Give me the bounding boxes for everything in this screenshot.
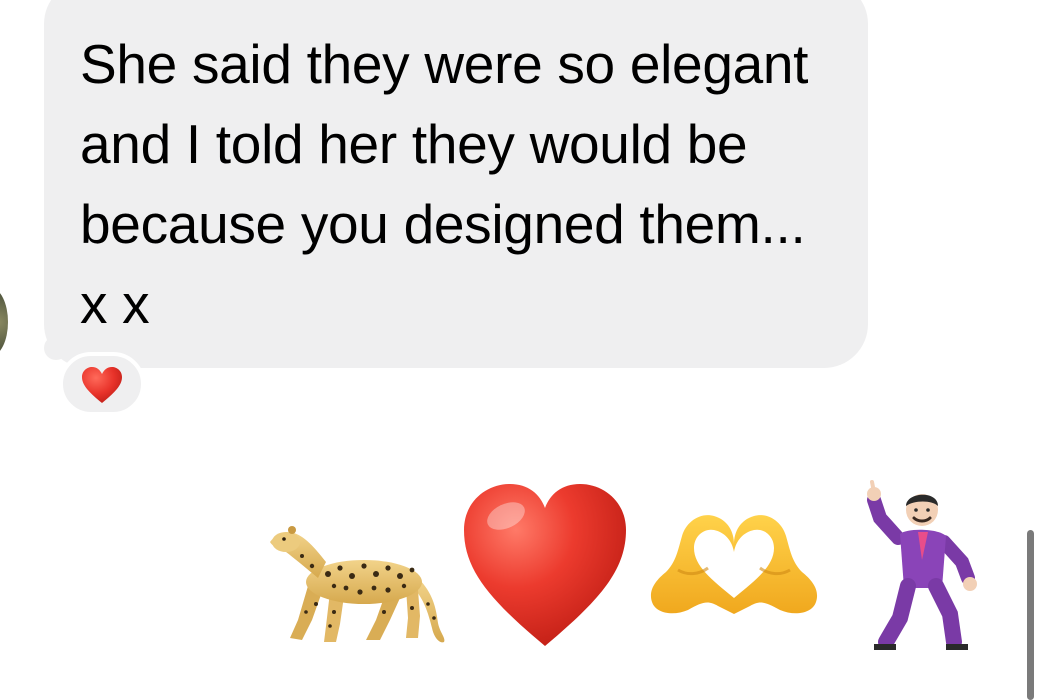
- red-heart-emoji: [464, 484, 626, 646]
- red-heart-icon: [82, 367, 122, 403]
- man-dancing-emoji: [867, 480, 977, 650]
- contact-avatar[interactable]: [0, 288, 8, 356]
- sent-emoji-message[interactable]: [262, 470, 992, 660]
- tapback-reaction-badge[interactable]: [59, 352, 145, 416]
- tapback-tail: [44, 336, 68, 360]
- message-text: She said they were so elegant and I told…: [80, 33, 809, 335]
- vertical-scrollbar[interactable]: [1027, 530, 1034, 700]
- heart-hands-emoji: [650, 515, 818, 614]
- leopard-emoji: [270, 526, 445, 643]
- received-message-bubble[interactable]: She said they were so elegant and I told…: [44, 0, 868, 368]
